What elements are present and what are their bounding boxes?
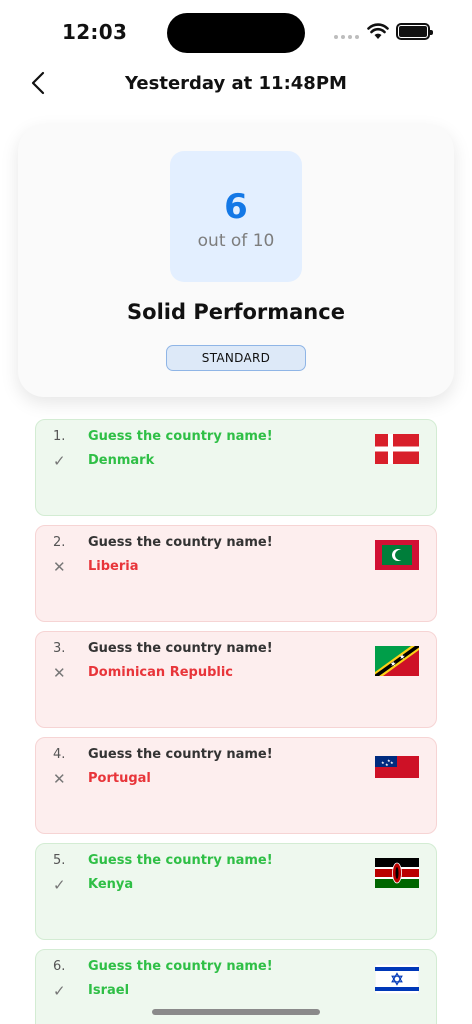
result-item[interactable]: 2. ✕ Guess the country name! Liberia — [35, 525, 437, 622]
result-answer: Portugal — [88, 771, 151, 786]
result-prompt: Guess the country name! — [88, 535, 273, 550]
nav-bar: Yesterday at 11:48PM — [0, 62, 472, 106]
result-index: 1. — [53, 429, 66, 444]
mode-badge: STANDARD — [166, 345, 306, 371]
result-answer: Israel — [88, 983, 130, 998]
cross-icon: ✕ — [53, 770, 66, 788]
wifi-icon — [367, 23, 389, 39]
score-out-of: out of 10 — [197, 231, 275, 251]
israel-flag-icon — [375, 964, 419, 994]
result-index: 2. — [53, 535, 66, 550]
status-time: 12:03 — [62, 20, 128, 44]
score-value: 6 — [224, 187, 248, 227]
result-index: 5. — [53, 853, 66, 868]
result-item[interactable]: 1. ✓ Guess the country name! Denmark — [35, 419, 437, 516]
result-answer: Denmark — [88, 453, 155, 468]
result-answer: Dominican Republic — [88, 665, 234, 680]
result-prompt: Guess the country name! — [88, 429, 273, 444]
check-icon: ✓ — [53, 876, 66, 894]
cross-icon: ✕ — [53, 664, 66, 682]
results-list: 1. ✓ Guess the country name! Denmark 2. … — [35, 419, 437, 1024]
saint-kitts-and-nevis-flag-icon: ★ ★ — [375, 646, 419, 676]
cellular-signal-icon — [334, 35, 359, 39]
result-prompt: Guess the country name! — [88, 641, 273, 656]
maldives-flag-icon — [375, 540, 419, 570]
kenya-flag-icon — [375, 858, 419, 888]
result-item[interactable]: 3. ✕ Guess the country name! Dominican R… — [35, 631, 437, 728]
cross-icon: ✕ — [53, 558, 66, 576]
home-indicator — [152, 1009, 320, 1015]
result-prompt: Guess the country name! — [88, 959, 273, 974]
result-index: 3. — [53, 641, 66, 656]
svg-text:★: ★ — [390, 760, 394, 765]
result-prompt: Guess the country name! — [88, 747, 273, 762]
page-title: Yesterday at 11:48PM — [125, 73, 347, 94]
dynamic-island — [167, 13, 305, 53]
result-index: 6. — [53, 959, 66, 974]
performance-rating: Solid Performance — [127, 300, 345, 324]
score-card: 6 out of 10 Solid Performance STANDARD — [18, 125, 454, 397]
score-box: 6 out of 10 — [170, 151, 302, 282]
samoa-flag-icon: ★ ★ ★ ★ — [375, 756, 419, 778]
result-index: 4. — [53, 747, 66, 762]
result-answer: Kenya — [88, 877, 134, 892]
check-icon: ✓ — [53, 982, 66, 1000]
status-bar: 12:03 — [0, 0, 472, 60]
result-prompt: Guess the country name! — [88, 853, 273, 868]
svg-text:★: ★ — [390, 660, 396, 668]
result-answer: Liberia — [88, 559, 139, 574]
svg-text:★: ★ — [399, 653, 405, 661]
battery-icon — [396, 23, 433, 40]
check-icon: ✓ — [53, 452, 66, 470]
denmark-flag-icon — [375, 434, 419, 464]
result-item[interactable]: 4. ✕ Guess the country name! Portugal ★ ★… — [35, 737, 437, 834]
svg-text:★: ★ — [385, 762, 389, 767]
result-item[interactable]: 5. ✓ Guess the country name! Kenya — [35, 843, 437, 940]
